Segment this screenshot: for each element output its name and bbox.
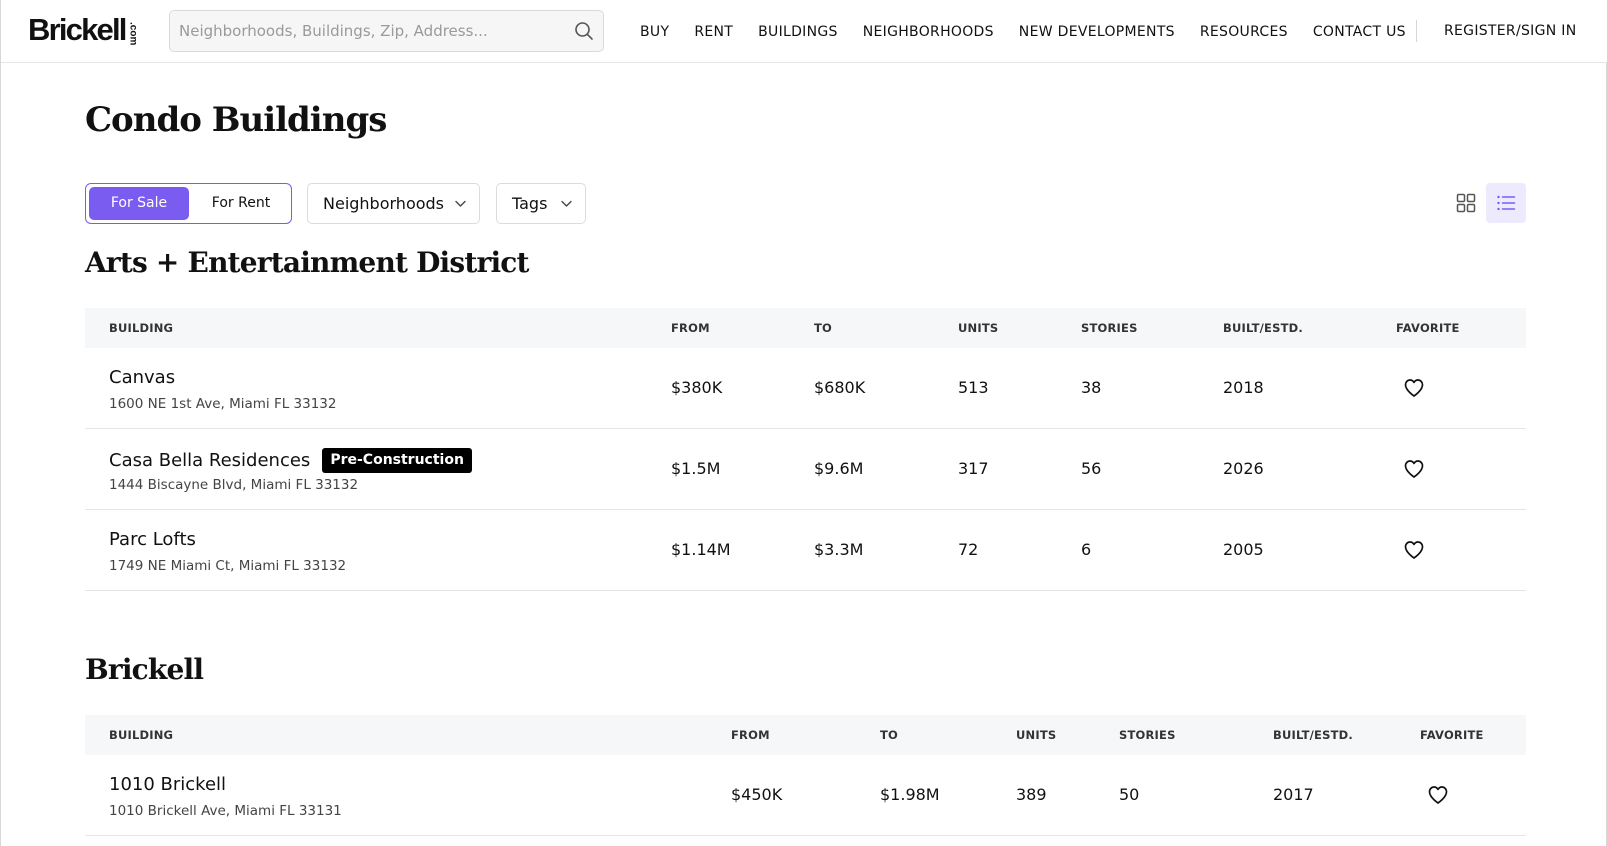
site-header: Brickell .com BUY RENT BUILDINGS NEIGHBO… [1,0,1607,63]
building-name: Parc Lofts [109,529,196,550]
col-stories: STORIES [1081,321,1138,335]
price-to: $680K [814,378,866,397]
logo-domain: .com [127,21,139,45]
list-view-button[interactable] [1486,183,1526,223]
units-count: 317 [958,459,989,478]
price-to: $1.98M [880,785,940,804]
stories-count: 38 [1081,378,1102,397]
for-rent-button[interactable]: For Rent [192,187,290,220]
stories-count: 50 [1119,785,1140,804]
year-built: 2017 [1273,785,1314,804]
sale-rent-toggle: For Sale For Rent [85,183,292,224]
nav-new-developments[interactable]: NEW DEVELOPMENTS [1019,24,1175,40]
nav-contact-us[interactable]: CONTACT US [1313,24,1406,40]
buildings-table-brickell: BUILDING FROM TO UNITS STORIES BUILT/EST… [85,715,1526,836]
building-name-link[interactable]: Casa Bella Residences [109,450,310,471]
app-window: Brickell .com BUY RENT BUILDINGS NEIGHBO… [0,0,1607,846]
building-name: 1010 Brickell [109,774,226,795]
section-title-brickell: Brickell [85,653,204,686]
for-sale-button[interactable]: For Sale [89,187,189,220]
year-built: 2005 [1223,540,1264,559]
building-name-link[interactable]: Parc Lofts [109,529,196,550]
nav-buildings[interactable]: BUILDINGS [758,24,838,40]
year-built: 2026 [1223,459,1264,478]
table-row[interactable]: Parc Lofts 1749 NE Miami Ct, Miami FL 33… [85,510,1526,591]
col-favorite: FAVORITE [1396,321,1460,335]
nav-buy[interactable]: BUY [640,24,669,40]
heart-icon[interactable] [1427,784,1449,806]
price-to: $9.6M [814,459,864,478]
col-units: UNITS [958,321,999,335]
price-from: $1.14M [671,540,731,559]
building-name-link[interactable]: Canvas [109,367,175,388]
grid-view-icon [1456,193,1476,213]
building-name: Canvas [109,367,175,388]
list-view-icon [1497,195,1516,211]
price-from: $1.5M [671,459,721,478]
table-header: BUILDING FROM TO UNITS STORIES BUILT/EST… [85,308,1526,348]
col-from: FROM [671,321,710,335]
col-building: BUILDING [109,321,174,335]
tags-dropdown[interactable]: Tags [496,183,586,224]
heart-icon[interactable] [1403,539,1425,561]
nav-resources[interactable]: RESOURCES [1200,24,1288,40]
chevron-down-icon [561,200,572,207]
neighborhoods-dropdown-label: Neighborhoods [323,194,445,213]
building-address: 1444 Biscayne Blvd, Miami FL 33132 [109,477,359,493]
nav-rent[interactable]: RENT [694,24,733,40]
grid-view-button[interactable] [1446,183,1486,223]
col-favorite: FAVORITE [1420,728,1484,742]
neighborhoods-dropdown[interactable]: Neighborhoods [307,183,480,224]
price-from: $450K [731,785,783,804]
stories-count: 56 [1081,459,1102,478]
col-stories: STORIES [1119,728,1176,742]
col-built: BUILT/ESTD. [1273,728,1353,742]
chevron-down-icon [455,200,466,207]
price-from: $380K [671,378,723,397]
units-count: 513 [958,378,989,397]
section-title-arts-entertainment: Arts + Entertainment District [85,246,529,279]
col-from: FROM [731,728,770,742]
units-count: 72 [958,540,979,559]
main-nav: BUY RENT BUILDINGS NEIGHBORHOODS NEW DEV… [640,0,1431,63]
search-icon[interactable] [574,21,594,41]
year-built: 2018 [1223,378,1264,397]
logo-wordmark: Brickell [28,12,127,47]
search-box [169,10,604,52]
stories-count: 6 [1081,540,1092,559]
col-built: BUILT/ESTD. [1223,321,1303,335]
heart-icon[interactable] [1403,458,1425,480]
heart-icon[interactable] [1403,377,1425,399]
col-to: TO [880,728,899,742]
building-address: 1010 Brickell Ave, Miami FL 33131 [109,803,342,819]
col-units: UNITS [1016,728,1057,742]
building-address: 1749 NE Miami Ct, Miami FL 33132 [109,558,347,574]
table-row[interactable]: Casa Bella Residences Pre-Construction 1… [85,429,1526,510]
table-header: BUILDING FROM TO UNITS STORIES BUILT/EST… [85,715,1526,755]
site-logo[interactable]: Brickell .com [28,12,139,47]
nav-neighborhoods[interactable]: NEIGHBORHOODS [863,24,994,40]
table-row[interactable]: 1010 Brickell 1010 Brickell Ave, Miami F… [85,755,1526,836]
building-address: 1600 NE 1st Ave, Miami FL 33132 [109,396,337,412]
buildings-table-arts-entertainment: BUILDING FROM TO UNITS STORIES BUILT/EST… [85,308,1526,591]
col-to: TO [814,321,833,335]
units-count: 389 [1016,785,1047,804]
col-building: BUILDING [109,728,174,742]
nav-divider [1416,20,1417,42]
search-input[interactable] [179,11,559,51]
tags-dropdown-label: Tags [512,194,548,213]
price-to: $3.3M [814,540,864,559]
table-row[interactable]: Canvas 1600 NE 1st Ave, Miami FL 33132 $… [85,348,1526,429]
register-signin-link[interactable]: REGISTER/SIGN IN [1444,0,1576,63]
building-name-link[interactable]: 1010 Brickell [109,774,226,795]
building-name: Casa Bella Residences Pre-Construction [109,448,472,473]
page-title: Condo Buildings [85,100,387,140]
pre-construction-badge: Pre-Construction [322,448,472,473]
